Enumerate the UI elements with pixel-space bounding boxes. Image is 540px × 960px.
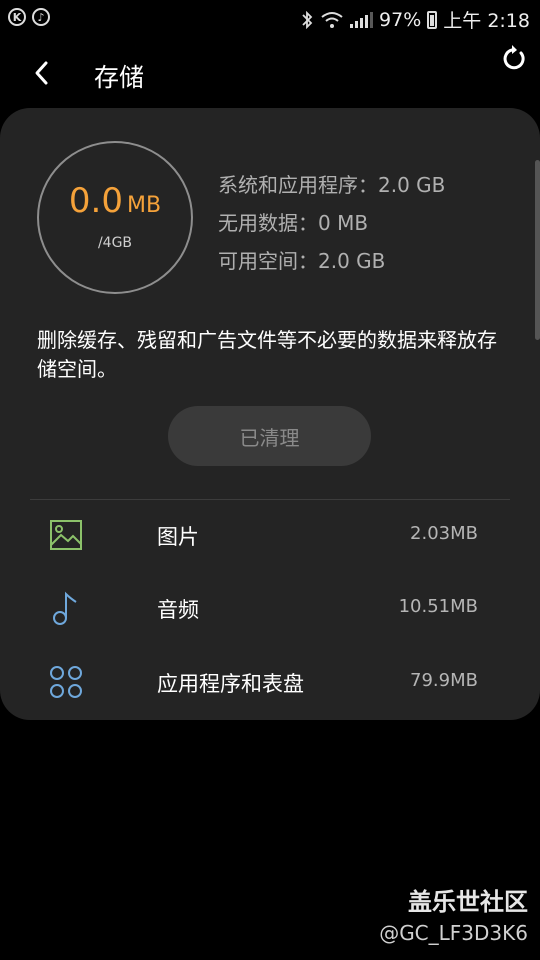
storage-stats: 系统和应用程序：2.0 GB 无用数据：0 MB 可用空间：2.0 GB (218, 166, 445, 280)
usage-ring: 0.0 MB /4GB (37, 141, 193, 294)
description-text: 删除缓存、残留和广告文件等不必要的数据来释放存储空间。 (37, 328, 497, 381)
list-item-label: 音频 (157, 598, 199, 622)
stat-system-apps: 系统和应用程序：2.0 GB (218, 173, 446, 197)
list-item-size: 79.9MB (410, 670, 478, 691)
battery-icon (427, 10, 438, 29)
signal-icon (350, 11, 374, 28)
watermark-handle: @GC_LF3D3K6 (379, 921, 528, 945)
total-capacity: /4GB (97, 235, 133, 251)
used-amount: 0.0 MB (39, 181, 191, 221)
page-title: 存储 (94, 63, 145, 92)
refresh-icon[interactable] (500, 44, 530, 74)
clock: 上午 2:18 (443, 10, 530, 32)
clean-button[interactable]: 已清理 (168, 406, 371, 466)
list-item-size: 2.03MB (410, 523, 478, 544)
list-item-apps[interactable]: 应用程序和表盘 79.9MB (0, 654, 540, 714)
music-app-icon: ♪ (32, 8, 50, 26)
watermark-brand: 盖乐世社区 (408, 888, 528, 916)
used-unit: MB (127, 193, 162, 218)
status-right: 97% 上午 2:18 (300, 6, 530, 33)
battery-percent: 97% (379, 8, 422, 31)
stat-available: 可用空间：2.0 GB (218, 249, 386, 273)
status-left-icons: K ♪ (8, 8, 50, 26)
list-item-label: 图片 (157, 525, 199, 549)
image-icon (50, 520, 82, 550)
list-item-label: 应用程序和表盘 (157, 672, 304, 696)
music-note-icon (53, 591, 77, 625)
scroll-indicator[interactable] (535, 160, 540, 340)
back-arrow-icon[interactable] (28, 58, 58, 88)
stat-useless-data: 无用数据：0 MB (218, 211, 369, 235)
list-item-size: 10.51MB (398, 596, 478, 617)
list-item-audio[interactable]: 音频 10.51MB (0, 580, 540, 640)
wifi-icon (321, 11, 343, 28)
status-bar: K ♪ 97% 上午 2:18 (0, 0, 540, 36)
app-bar: 存储 (0, 45, 540, 100)
divider (30, 499, 510, 500)
k-app-icon: K (8, 8, 26, 26)
bluetooth-icon (302, 10, 313, 29)
list-item-images[interactable]: 图片 2.03MB (0, 507, 540, 567)
used-value: 0.0 (68, 181, 123, 221)
apps-grid-icon (50, 666, 82, 698)
watermark: 盖乐世社区 @GC_LF3D3K6 (379, 882, 528, 945)
